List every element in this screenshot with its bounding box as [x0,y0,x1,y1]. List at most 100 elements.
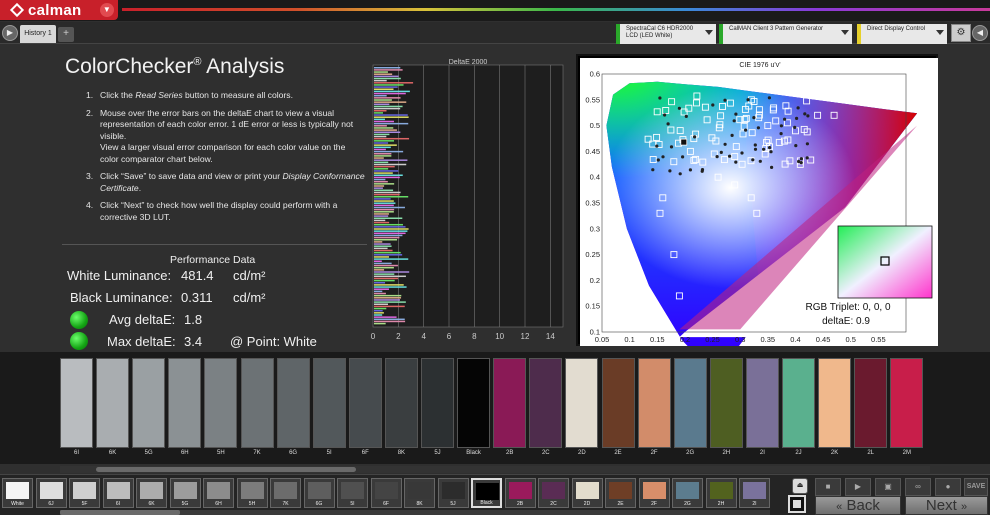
deltae-bar[interactable] [374,312,384,314]
point-thumbnail[interactable]: 5F [69,478,100,508]
thumbnail-scrollbar[interactable] [60,510,770,515]
deltae-bar[interactable] [374,180,388,183]
point-thumbnail[interactable]: 2I [739,478,770,508]
deltae-bar[interactable] [374,318,405,321]
deltae-bar[interactable] [374,112,383,114]
deltae-bar[interactable] [374,86,398,88]
point-thumbnail[interactable]: Black [471,478,502,508]
deltae-bar[interactable] [374,299,401,301]
settings-button[interactable]: ⚙ [951,24,971,42]
deltae-bar[interactable] [374,241,383,243]
deltae-bar[interactable] [374,92,406,95]
deltae-bar[interactable] [374,266,394,269]
deltae-bar[interactable] [374,273,395,275]
deltae-bar[interactable] [374,122,409,125]
deltae-bar[interactable] [374,107,401,110]
deltae-bar[interactable] [374,219,386,222]
point-thumbnail[interactable]: 6J [35,478,67,508]
deltae-bar[interactable] [374,196,409,198]
deltae-bar[interactable] [374,247,388,250]
loop-button[interactable]: ∞ [905,478,931,496]
color-swatch[interactable] [384,358,418,448]
color-swatch[interactable] [312,358,346,448]
deltae-bar[interactable] [374,75,399,78]
deltae-bar[interactable] [374,118,385,121]
deltae-bar[interactable] [374,277,398,280]
cie-chart[interactable]: CIE 1976 u'v' 0.05 0.1 0.15 0.2 0.25 0.3 0.35 0… [580,58,938,346]
add-tab-button[interactable]: + [58,27,74,42]
deltae-bar[interactable] [374,243,391,245]
deltae-bar[interactable] [374,133,390,136]
deltae-bar[interactable] [374,226,406,228]
deltae-bar[interactable] [374,116,409,118]
deltae-bar[interactable] [374,320,406,323]
point-thumbnail[interactable]: 5I [337,478,368,508]
deltae-bar[interactable] [374,314,383,316]
deltae-bar[interactable] [374,172,393,174]
deltae-bar[interactable] [374,131,401,134]
color-swatch[interactable] [818,358,852,448]
deltae-chart[interactable]: DeltaE 2000 0 2 4 6 8 10 12 14 [366,55,566,350]
deltae-bar[interactable] [374,208,395,211]
deltae-bar[interactable] [374,71,388,73]
deltae-bar[interactable] [374,170,399,172]
deltae-bar[interactable] [374,103,390,106]
deltae-bar[interactable] [374,228,409,230]
color-swatch[interactable] [168,358,202,448]
color-swatch[interactable] [854,358,888,448]
deltae-bar[interactable] [374,230,408,232]
deltae-bar[interactable] [374,153,392,155]
save-disk-button[interactable]: ▣ [875,478,901,496]
point-thumbnail[interactable]: 2B [504,478,536,508]
deltae-bar[interactable] [374,288,389,290]
deltae-bar[interactable] [374,322,386,325]
color-swatch[interactable] [529,358,563,448]
deltae-bar[interactable] [374,217,403,220]
deltae-bar[interactable] [374,155,392,157]
deltae-bar[interactable] [374,307,387,310]
deltae-bar[interactable] [374,178,386,181]
deltae-bar[interactable] [374,286,407,288]
color-swatch[interactable] [709,358,743,448]
color-swatch[interactable] [673,358,707,448]
deltae-bar[interactable] [374,125,387,127]
deltae-bar[interactable] [374,264,398,267]
deltae-bar[interactable] [374,84,404,86]
comparator-scrollbar[interactable] [60,466,930,473]
color-swatch[interactable] [457,358,491,448]
deltae-bar[interactable] [374,256,390,258]
color-swatch[interactable] [637,358,671,448]
color-swatch[interactable] [276,358,310,448]
deltae-bar[interactable] [374,110,387,112]
collapse-left-icon[interactable]: ◀ [972,25,988,41]
deltae-bar[interactable] [374,161,389,164]
deltae-bar[interactable] [374,290,383,293]
deltae-bar[interactable] [374,120,394,123]
point-thumbnail[interactable]: 5G [169,478,201,508]
deltae-bar[interactable] [374,97,401,99]
deltae-bar[interactable] [374,185,385,187]
deltae-bar[interactable] [374,183,395,185]
point-thumbnail[interactable]: 2H [705,478,737,508]
deltae-bar[interactable] [374,262,392,265]
point-thumbnail[interactable]: 2D [571,478,603,508]
deltae-bar[interactable] [374,101,407,103]
comparator-scrollbar-thumb[interactable] [96,467,356,472]
point-thumbnail[interactable]: 6I [102,478,134,508]
deltae-bar[interactable] [374,67,401,69]
deltae-bar[interactable] [374,200,394,202]
color-swatch[interactable] [890,358,924,448]
deltae-bar[interactable] [374,269,385,271]
point-thumbnail[interactable]: 2C [538,478,569,508]
color-swatch[interactable] [348,358,382,448]
deltae-bar[interactable] [374,213,389,215]
deltae-bar[interactable] [374,249,393,252]
deltae-bar[interactable] [374,168,389,170]
deltae-bar[interactable] [374,202,396,204]
stop-button[interactable] [788,495,806,513]
color-swatch[interactable] [421,358,454,448]
deltae-bar[interactable] [374,251,401,254]
deltae-bar[interactable] [374,140,395,142]
deltae-bar[interactable] [374,82,414,84]
deltae-bar[interactable] [374,204,394,207]
